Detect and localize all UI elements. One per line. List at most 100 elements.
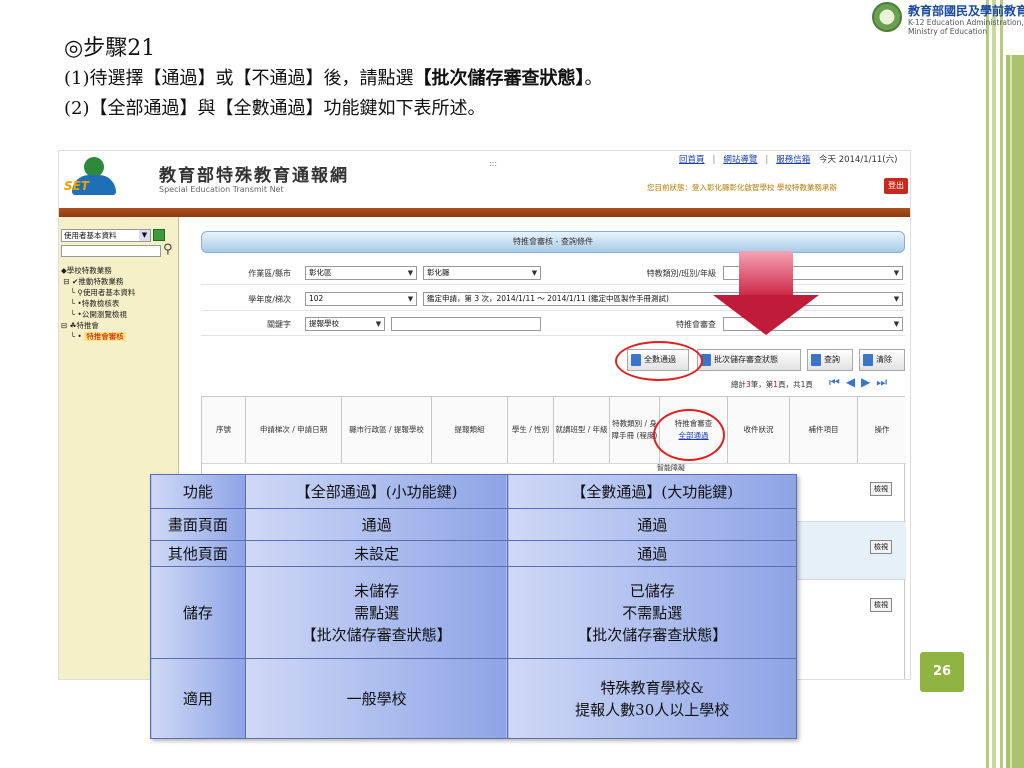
user-status: 您目前狀態：登入彰化縣彰化啟智學校 學校特教業務承辦 (647, 183, 837, 192)
logout-button[interactable]: 登出 (884, 178, 908, 194)
region-select[interactable]: 彰化區 ▼ (305, 266, 417, 280)
next-page-icon[interactable]: ▶ (861, 375, 876, 389)
sidebar-search-input[interactable] (61, 245, 161, 257)
grid-header: 序號 (202, 397, 246, 463)
search-icon[interactable]: ⚲ (163, 242, 173, 257)
menu-dots-icon[interactable]: ::: (489, 159, 497, 168)
tree-item[interactable]: └ •公開瀏覽檢視 (61, 309, 135, 320)
ministry-name: 教育部國民及學前教育署 (908, 4, 1024, 18)
batch-value: 鑑定申請，第 3 次，2014/1/11 ～ 2014/1/11 (鑑定中區製作… (427, 294, 669, 303)
home-link[interactable]: 回首頁 (679, 155, 705, 165)
keyword-type-value: 提報學校 (309, 319, 339, 328)
batch-save-button[interactable]: 批次儲存審查狀態 (697, 349, 801, 371)
grid-header: 收件狀況 (728, 397, 790, 463)
instruction-1-bold: 【批次儲存審查狀態】 (413, 68, 585, 89)
cell-small: 通過 (244, 508, 509, 541)
site-title: 教育部特殊教育通報網 (159, 166, 349, 186)
view-button[interactable]: 檢視 (870, 482, 892, 496)
instruction-1: (1)待選擇【通過】或【不通過】後，請點選【批次儲存審查狀態】。 (64, 64, 603, 90)
comparison-table: 功能 【全部通過】(小功能鍵) 【全數通過】(大功能鍵) 畫面頁面 通過 通過 … (150, 474, 797, 739)
mailbox-link[interactable]: 服務信箱 (776, 155, 810, 165)
first-page-icon[interactable]: ⏮ (829, 375, 846, 389)
sidebar-select[interactable]: 使用者基本資料 ▼ (61, 229, 151, 242)
sidebar-tree: ◆學校特教業務 ⊟ ✔推動特教業務 └ ⚲使用者基本資料 └ •特教檢核表 └ … (61, 265, 135, 342)
grid-header: 申請梯次 / 申請日期 (246, 397, 342, 463)
county-value: 彰化縣 (427, 268, 450, 277)
sitemap-link[interactable]: 網站導覽 (723, 155, 757, 165)
site-header: SET 教育部特殊教育通報網 Special Education Transmi… (59, 151, 910, 206)
instruction-1-prefix: (1)待選擇【通過】或【不通過】後，請點選 (64, 68, 414, 89)
table-header: 【全數通過】(大功能鍵) (507, 474, 797, 509)
tree-label: 學校特教業務 (66, 266, 112, 275)
clear-button[interactable]: 清除 (859, 349, 905, 371)
view-button[interactable]: 檢視 (870, 540, 892, 554)
table-row: 其他頁面 未設定 通過 (150, 540, 797, 567)
highlight-ellipse (615, 341, 703, 381)
tree-item[interactable]: ◆學校特教業務 (61, 265, 135, 276)
grid-header: 操作 (858, 397, 906, 463)
query-panel-title: 特推會審核 - 查詢條件 (201, 231, 905, 253)
grid-header: 提報類組 (432, 397, 508, 463)
chevron-down-icon: ▼ (407, 295, 414, 303)
year-value: 102 (309, 294, 324, 303)
grid-header: 補件項目 (790, 397, 858, 463)
form-row-region: 作業區/縣市 彰化區 ▼ 彰化縣 ▼ 特教類別/班別/年級 ▼ (201, 263, 905, 285)
cell-big: 特殊教育學校& 提報人數30人以上學校 (507, 658, 797, 739)
cell-line: 不需點選 (622, 603, 683, 622)
go-icon[interactable] (153, 229, 165, 241)
keyword-input[interactable] (391, 317, 541, 331)
ministry-logo: 教育部國民及學前教育署 K-12 Education Administratio… (872, 2, 1024, 42)
red-arrow-shaft (739, 251, 793, 295)
row-label: 儲存 (150, 566, 246, 659)
tree-label: 特教檢核表 (81, 299, 120, 308)
table-row: 適用 一般學校 特殊教育學校& 提報人數30人以上學校 (150, 658, 797, 739)
tree-item[interactable]: └ ⚲使用者基本資料 (61, 287, 136, 298)
query-button[interactable]: 查詢 (807, 349, 853, 371)
tree-item[interactable]: ⊟ ✔推動特教業務 (61, 276, 135, 287)
chevron-down-icon: ▼ (407, 269, 414, 277)
red-arrow-head (713, 295, 819, 335)
page-number: 26 (920, 652, 964, 692)
table-header: 功能 (150, 474, 246, 509)
keyword-label: 關鍵字 (267, 320, 291, 329)
document-icon (811, 354, 821, 366)
ministry-name-en: K-12 Education Administration, (908, 18, 1024, 27)
pager-mid: 頁，共 (778, 380, 801, 389)
pager-summary: 總計3筆，第1頁，共1頁 (731, 379, 813, 390)
pager-suffix: 頁 (805, 380, 813, 389)
chevron-down-icon: ▼ (375, 320, 382, 328)
chevron-down-icon: ▼ (531, 269, 538, 277)
prev-page-icon[interactable]: ◀ (846, 375, 861, 389)
keyword-type-select[interactable]: 提報學校 ▼ (305, 317, 385, 331)
tree-item[interactable]: └ • 特推會審核 (61, 331, 135, 342)
table-header: 【全部通過】(小功能鍵) (244, 474, 509, 509)
emblem-icon (872, 2, 902, 32)
tree-item[interactable]: └ •特教檢核表 (61, 298, 135, 309)
ministry-name-en: Ministry of Education (908, 27, 988, 36)
last-page-icon[interactable]: ⏭ (876, 375, 893, 389)
query-label: 查詢 (824, 355, 840, 364)
view-button[interactable]: 檢視 (870, 598, 892, 612)
cell-big: 通過 (507, 508, 797, 541)
tree-label: 特推會審核 (84, 332, 126, 341)
cell-line: 已儲存 (629, 581, 675, 600)
cell-line: 需點選 (354, 603, 400, 622)
year-select[interactable]: 102 ▼ (305, 292, 417, 306)
pager-mid: 筆，第 (750, 380, 774, 389)
year-label: 學年度/梯次 (248, 295, 291, 304)
chevron-down-icon: ▼ (893, 295, 900, 303)
cell-big: 通過 (507, 540, 797, 567)
instruction-2: (2)【全部通過】與【全數通過】功能鍵如下表所述。 (64, 98, 486, 119)
decorative-bar (992, 0, 996, 768)
county-select[interactable]: 彰化縣 ▼ (423, 266, 541, 280)
chevron-down-icon: ▼ (139, 230, 150, 241)
tree-label: 公開瀏覽檢視 (81, 310, 127, 319)
cell-line: 特殊教育學校& (600, 678, 704, 697)
tree-item[interactable]: ⊟ ☘特推會 (61, 320, 135, 331)
decorative-green-strip (1006, 55, 1024, 768)
decorative-bar (1000, 0, 1003, 768)
batch-select[interactable]: 鑑定申請，第 3 次，2014/1/11 ～ 2014/1/11 (鑑定中區製作… (423, 292, 903, 306)
cell-small: 未儲存 需點選 【批次儲存審查狀態】 (244, 566, 509, 659)
cell-line: 提報人數30人以上學校 (575, 700, 730, 719)
cell-line: 【批次儲存審查狀態】 (577, 625, 728, 644)
